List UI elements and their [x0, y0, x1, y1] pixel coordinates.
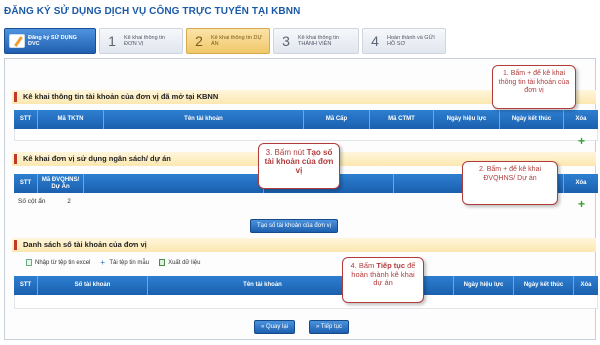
export-data-button[interactable]: Xuất dữ liệu	[159, 259, 200, 266]
col-header: Mã TKTN	[38, 110, 104, 129]
col-header: Xóa	[580, 282, 592, 289]
callout-create-account: 3. Bấm nút Tạo số tài khoản của đơn vị	[258, 143, 340, 189]
table-row	[14, 129, 598, 141]
callout-add-account: 1. Bấm + để kê khai thông tin tài khoản …	[492, 65, 576, 109]
col-header: Tên tài khoản	[104, 110, 304, 129]
col-header: STT	[14, 174, 38, 193]
col-header: Xóa	[575, 180, 587, 187]
col-header: Mã Cấp	[304, 110, 370, 129]
step-tabs: Đăng ký SỬ DỤNG DVC 1 Kê khai thông tin …	[4, 28, 474, 54]
add-account-plus-icon[interactable]: +	[578, 135, 585, 147]
section2-title: Kê khai đơn vị sử dụng ngân sách/ dự án	[14, 154, 171, 164]
col-header	[84, 174, 264, 193]
col-header: Số tài khoản	[38, 276, 148, 295]
next-button[interactable]: » Tiếp tục	[309, 320, 350, 334]
step-member-info[interactable]: 3 Kê khai thông tin THÀNH VIÊN	[273, 28, 359, 54]
hidden-columns-label: Số cột ẩn	[18, 198, 46, 205]
toolbar-label: Nhập từ tệp tin excel	[35, 259, 91, 266]
col-header: Xóa	[575, 116, 587, 123]
add-project-plus-icon[interactable]: +	[578, 198, 585, 210]
section1-table-header: STT Mã TKTN Tên tài khoản Mã Cấp Mã CTMT…	[14, 110, 598, 129]
col-header: Mã CTMT	[370, 110, 434, 129]
plus-download-icon: +	[100, 258, 106, 267]
step-unit-info[interactable]: 1 Kê khai thông tin ĐƠN VỊ	[99, 28, 183, 54]
hidden-columns-value: 2	[67, 198, 71, 205]
step-label: Hoàn thành và GỬI HỒ SƠ	[387, 34, 435, 48]
import-excel-button[interactable]: Nhập từ tệp tin excel	[26, 259, 90, 266]
step-submit[interactable]: 4 Hoàn thành và GỬI HỒ SƠ	[362, 28, 446, 54]
col-header: Ngày kết thúc	[500, 110, 564, 129]
col-header: Ngày kết thúc	[514, 276, 574, 295]
toolbar-label: Xuất dữ liệu	[168, 259, 201, 266]
step-label: Kê khai thông tin DỰ ÁN	[211, 34, 263, 48]
step-register[interactable]: Đăng ký SỬ DỤNG DVC	[4, 28, 96, 54]
hidden-columns-info: Số cột ẩn 2	[18, 198, 91, 205]
table-row	[14, 295, 598, 309]
toolbar-label: Tải tệp tin mẫu	[109, 259, 150, 266]
page-title: ĐĂNG KÝ SỬ DỤNG DỊCH VỤ CÔNG TRỰC TUYẾN …	[4, 6, 301, 17]
section3-table-header: STT Số tài khoản Tên tài khoản Ngày hiệu…	[14, 276, 598, 295]
step-label: Kê khai thông tin THÀNH VIÊN	[298, 34, 339, 48]
col-header: STT	[14, 110, 38, 129]
step-number: 3	[282, 33, 290, 49]
section3-title: Danh sách số tài khoản của đơn vị	[14, 240, 147, 250]
step-number: 4	[371, 33, 379, 49]
step-number: 1	[108, 33, 116, 49]
col-header: Mã ĐVQHNS/ Dự Án	[38, 174, 84, 193]
download-template-button[interactable]: + Tải tệp tin mẫu	[100, 258, 150, 267]
callout-next: 4. Bấm Tiếp tục để hoàn thành kê khai dự…	[342, 257, 424, 303]
step-project-info[interactable]: 2 Kê khai thông tin DỰ ÁN	[186, 28, 270, 54]
col-header: Ngày hiệu lực	[434, 110, 500, 129]
create-account-button[interactable]: Tạo số tài khoản của đơn vị	[250, 219, 338, 233]
export-icon	[159, 259, 166, 266]
callout-text: 3. Bấm nút	[265, 148, 307, 157]
step-label: Đăng ký SỬ DỤNG DVC	[28, 34, 77, 48]
callout-add-project: 2. Bấm + để kê khai ĐVQHNS/ Dự án	[462, 161, 558, 205]
excel-icon	[26, 259, 32, 266]
section1-title: Kê khai thông tin tài khoản của đơn vị đ…	[14, 92, 218, 102]
edit-icon	[9, 34, 25, 48]
col-header: Ngày hiệu lực	[454, 276, 514, 295]
step-number: 2	[195, 33, 203, 49]
back-button[interactable]: « Quay lại	[254, 320, 296, 334]
import-toolbar: Nhập từ tệp tin excel + Tải tệp tin mẫu …	[26, 258, 200, 267]
step-label: Kê khai thông tin ĐƠN VỊ	[124, 34, 165, 48]
col-header: STT	[14, 276, 38, 295]
